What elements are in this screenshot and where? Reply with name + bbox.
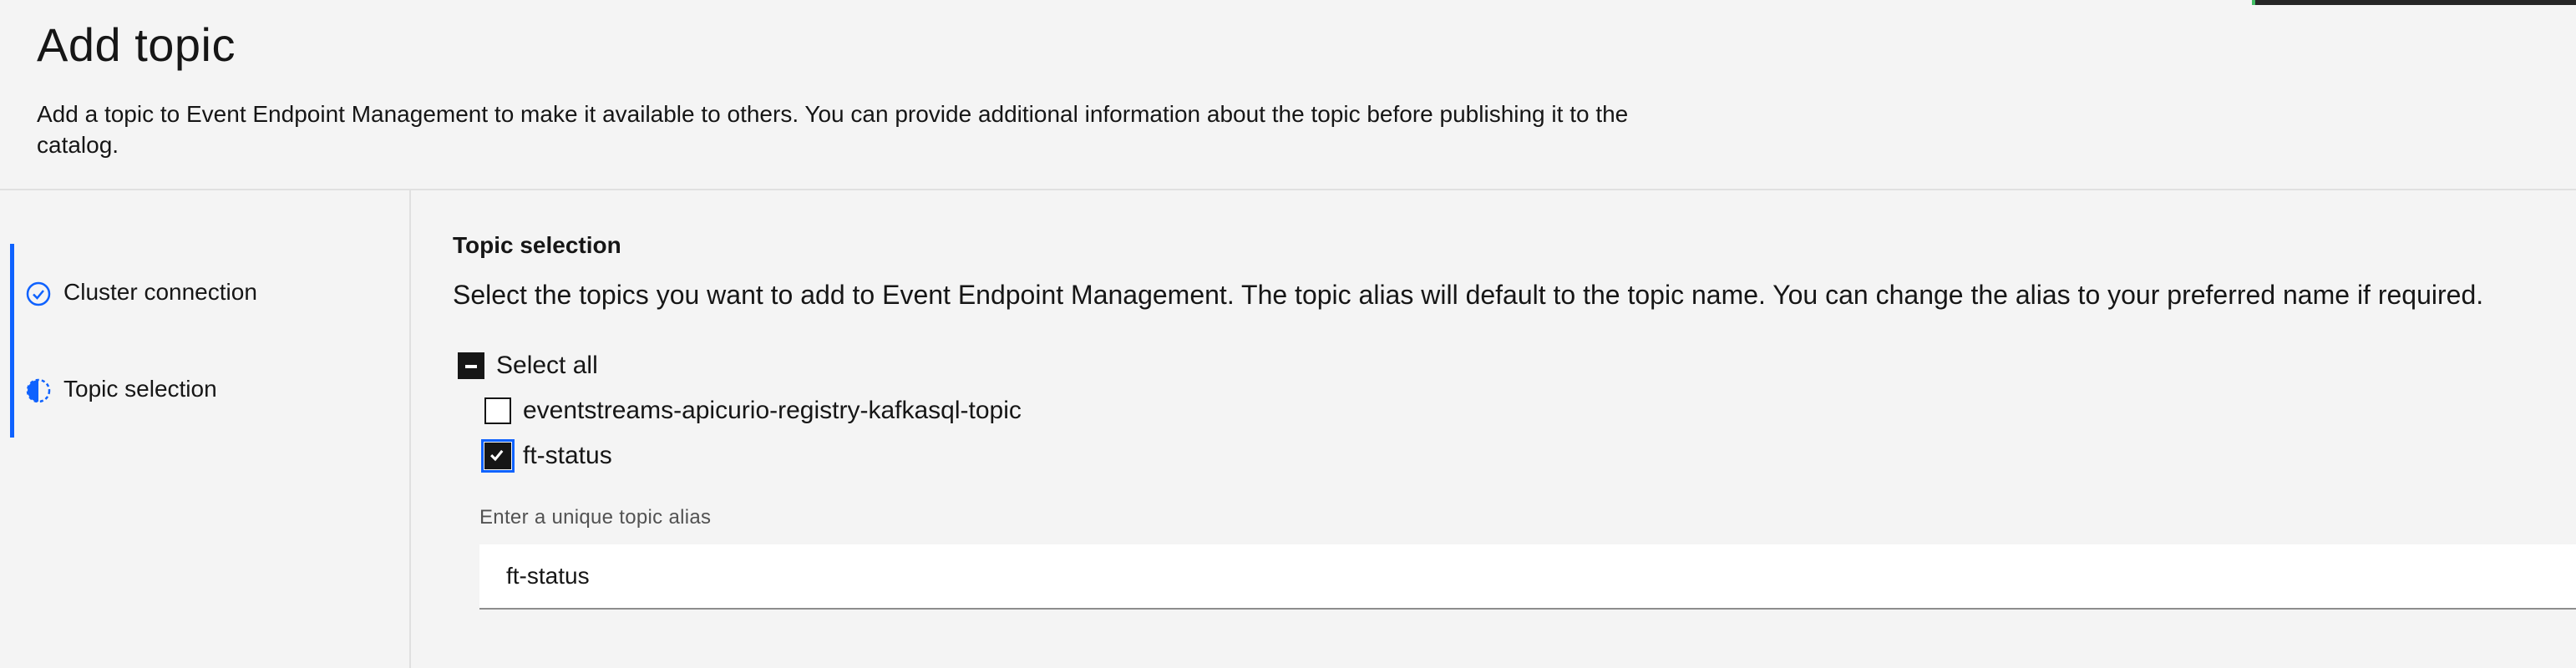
section-description: Select the topics you want to add to Eve…: [453, 280, 2484, 310]
topic-row: ft-status: [481, 439, 612, 473]
select-all-row: Select all: [458, 349, 598, 382]
incomplete-icon: [26, 378, 51, 403]
topic-row: eventstreams-apicurio-registry-kafkasql-…: [484, 394, 1022, 428]
select-all-checkbox[interactable]: [458, 352, 484, 379]
topic-label[interactable]: ft-status: [523, 439, 612, 473]
step-label: Cluster connection: [63, 279, 257, 305]
topic-checkbox-eventstreams[interactable]: [484, 397, 511, 424]
step-rail: [10, 244, 14, 341]
topic-alias-input[interactable]: [479, 544, 2576, 608]
alias-field-wrapper: [479, 544, 2576, 610]
page-header: Add topic Add a topic to Event Endpoint …: [37, 17, 1674, 160]
page-description: Add a topic to Event Endpoint Management…: [37, 101, 1629, 158]
select-all-label[interactable]: Select all: [496, 349, 598, 382]
progress-indicator: Cluster connection Topic selection: [0, 190, 411, 668]
topic-checkbox-ft-status[interactable]: [481, 439, 515, 473]
topic-label[interactable]: eventstreams-apicurio-registry-kafkasql-…: [523, 394, 1022, 428]
step-cluster-connection[interactable]: Cluster connection: [10, 244, 403, 341]
checkmark-icon: [490, 449, 504, 462]
step-topic-selection[interactable]: Topic selection: [10, 341, 403, 438]
step-rail: [10, 341, 14, 438]
page-title: Add topic: [37, 18, 236, 71]
alias-field-label: Enter a unique topic alias: [479, 506, 712, 529]
step-label: Topic selection: [63, 376, 217, 402]
checkmark-outline-icon: [26, 281, 51, 306]
top-bar-accent: [2252, 0, 2576, 5]
section-title: Topic selection: [453, 232, 621, 258]
